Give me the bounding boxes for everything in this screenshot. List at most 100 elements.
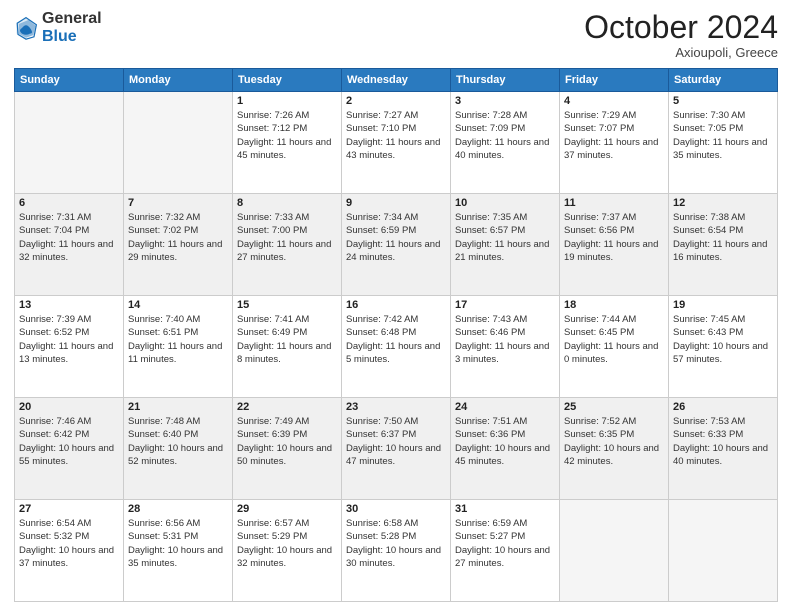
calendar-day-cell: 21Sunrise: 7:48 AM Sunset: 6:40 PM Dayli…: [124, 398, 233, 500]
calendar-day-cell: 10 Sunrise: 7:35 AM Sunset: 6:57 PM Dayli…: [451, 194, 560, 296]
day-info: Sunrise: 7:51 AM Sunset: 6:36 PM Dayligh…: [455, 415, 555, 468]
day-info: Sunrise: 7:34 AM Sunset: 6:59 PM Dayligh…: [346, 211, 446, 264]
day-number: 22: [237, 401, 337, 413]
calendar-day-cell: [124, 92, 233, 194]
page: General Blue October 2024 Axioupoli, Gre…: [0, 0, 792, 612]
day-info: Sunrise: 6:58 AM Sunset: 5:28 PM Dayligh…: [346, 517, 446, 570]
title-area: October 2024 Axioupoli, Greece: [584, 10, 778, 60]
logo-general-text: General: [42, 10, 102, 28]
calendar-day-cell: [669, 500, 778, 602]
day-info: Sunrise: 7:52 AM Sunset: 6:35 PM Dayligh…: [564, 415, 664, 468]
day-number: 16: [346, 299, 446, 311]
day-number: 24: [455, 401, 555, 413]
day-info: Sunrise: 7:43 AM Sunset: 6:46 PM Dayligh…: [455, 313, 555, 366]
calendar-day-cell: 30 Sunrise: 6:58 AM Sunset: 5:28 PM Dayli…: [342, 500, 451, 602]
day-info: Sunrise: 7:29 AM Sunset: 7:07 PM Dayligh…: [564, 109, 664, 162]
day-number: 19: [673, 299, 773, 311]
calendar-week-row: 13Sunrise: 7:39 AM Sunset: 6:52 PM Dayli…: [15, 296, 778, 398]
calendar-day-cell: 25Sunrise: 7:52 AM Sunset: 6:35 PM Dayli…: [560, 398, 669, 500]
day-number: 2: [346, 95, 446, 107]
day-info: Sunrise: 7:53 AM Sunset: 6:33 PM Dayligh…: [673, 415, 773, 468]
month-title: October 2024: [584, 10, 778, 45]
calendar-day-cell: 6 Sunrise: 7:31 AM Sunset: 7:04 PM Daylig…: [15, 194, 124, 296]
day-number: 27: [19, 503, 119, 515]
calendar-day-cell: 4 Sunrise: 7:29 AM Sunset: 7:07 PM Daylig…: [560, 92, 669, 194]
calendar-day-cell: 12 Sunrise: 7:38 AM Sunset: 6:54 PM Dayli…: [669, 194, 778, 296]
calendar-day-cell: 31 Sunrise: 6:59 AM Sunset: 5:27 PM Dayli…: [451, 500, 560, 602]
calendar-header-row: SundayMondayTuesdayWednesdayThursdayFrid…: [15, 69, 778, 92]
day-number: 10: [455, 197, 555, 209]
day-number: 23: [346, 401, 446, 413]
calendar-week-row: 6 Sunrise: 7:31 AM Sunset: 7:04 PM Daylig…: [15, 194, 778, 296]
day-info: Sunrise: 6:57 AM Sunset: 5:29 PM Dayligh…: [237, 517, 337, 570]
calendar-day-cell: 28Sunrise: 6:56 AM Sunset: 5:31 PM Dayli…: [124, 500, 233, 602]
calendar-week-row: 20 Sunrise: 7:46 AM Sunset: 6:42 PM Dayli…: [15, 398, 778, 500]
day-number: 29: [237, 503, 337, 515]
logo: General Blue: [14, 10, 102, 45]
day-number: 8: [237, 197, 337, 209]
day-info: Sunrise: 7:50 AM Sunset: 6:37 PM Dayligh…: [346, 415, 446, 468]
calendar-day-header: Friday: [560, 69, 669, 92]
calendar-day-header: Saturday: [669, 69, 778, 92]
location-subtitle: Axioupoli, Greece: [584, 45, 778, 60]
calendar-day-header: Tuesday: [233, 69, 342, 92]
calendar-day-cell: 2 Sunrise: 7:27 AM Sunset: 7:10 PM Daylig…: [342, 92, 451, 194]
day-info: Sunrise: 7:33 AM Sunset: 7:00 PM Dayligh…: [237, 211, 337, 264]
day-info: Sunrise: 7:40 AM Sunset: 6:51 PM Dayligh…: [128, 313, 228, 366]
calendar-day-cell: 9 Sunrise: 7:34 AM Sunset: 6:59 PM Daylig…: [342, 194, 451, 296]
day-number: 12: [673, 197, 773, 209]
calendar-day-cell: [560, 500, 669, 602]
calendar-day-cell: 13Sunrise: 7:39 AM Sunset: 6:52 PM Dayli…: [15, 296, 124, 398]
day-info: Sunrise: 7:46 AM Sunset: 6:42 PM Dayligh…: [19, 415, 119, 468]
calendar-day-header: Wednesday: [342, 69, 451, 92]
calendar-day-header: Thursday: [451, 69, 560, 92]
calendar-day-cell: 8 Sunrise: 7:33 AM Sunset: 7:00 PM Daylig…: [233, 194, 342, 296]
calendar-day-cell: 17 Sunrise: 7:43 AM Sunset: 6:46 PM Dayli…: [451, 296, 560, 398]
day-info: Sunrise: 7:35 AM Sunset: 6:57 PM Dayligh…: [455, 211, 555, 264]
logo-text: General Blue: [42, 10, 102, 45]
calendar-day-cell: 14Sunrise: 7:40 AM Sunset: 6:51 PM Dayli…: [124, 296, 233, 398]
day-info: Sunrise: 7:31 AM Sunset: 7:04 PM Dayligh…: [19, 211, 119, 264]
day-number: 20: [19, 401, 119, 413]
day-number: 26: [673, 401, 773, 413]
header: General Blue October 2024 Axioupoli, Gre…: [14, 10, 778, 60]
calendar-day-cell: 18Sunrise: 7:44 AM Sunset: 6:45 PM Dayli…: [560, 296, 669, 398]
calendar-day-cell: [15, 92, 124, 194]
day-info: Sunrise: 7:41 AM Sunset: 6:49 PM Dayligh…: [237, 313, 337, 366]
day-info: Sunrise: 7:45 AM Sunset: 6:43 PM Dayligh…: [673, 313, 773, 366]
day-number: 17: [455, 299, 555, 311]
day-number: 11: [564, 197, 664, 209]
calendar-day-cell: 27Sunrise: 6:54 AM Sunset: 5:32 PM Dayli…: [15, 500, 124, 602]
day-number: 15: [237, 299, 337, 311]
day-info: Sunrise: 7:38 AM Sunset: 6:54 PM Dayligh…: [673, 211, 773, 264]
calendar-day-header: Monday: [124, 69, 233, 92]
calendar-day-cell: 3 Sunrise: 7:28 AM Sunset: 7:09 PM Daylig…: [451, 92, 560, 194]
day-number: 5: [673, 95, 773, 107]
day-number: 31: [455, 503, 555, 515]
calendar-day-cell: 11Sunrise: 7:37 AM Sunset: 6:56 PM Dayli…: [560, 194, 669, 296]
day-number: 9: [346, 197, 446, 209]
day-info: Sunrise: 6:56 AM Sunset: 5:31 PM Dayligh…: [128, 517, 228, 570]
day-info: Sunrise: 7:28 AM Sunset: 7:09 PM Dayligh…: [455, 109, 555, 162]
day-number: 1: [237, 95, 337, 107]
day-number: 4: [564, 95, 664, 107]
logo-icon: [14, 16, 38, 40]
calendar-day-cell: 15 Sunrise: 7:41 AM Sunset: 6:49 PM Dayli…: [233, 296, 342, 398]
day-info: Sunrise: 6:59 AM Sunset: 5:27 PM Dayligh…: [455, 517, 555, 570]
day-info: Sunrise: 7:26 AM Sunset: 7:12 PM Dayligh…: [237, 109, 337, 162]
calendar-table: SundayMondayTuesdayWednesdayThursdayFrid…: [14, 68, 778, 602]
day-info: Sunrise: 7:27 AM Sunset: 7:10 PM Dayligh…: [346, 109, 446, 162]
day-info: Sunrise: 7:32 AM Sunset: 7:02 PM Dayligh…: [128, 211, 228, 264]
day-info: Sunrise: 7:44 AM Sunset: 6:45 PM Dayligh…: [564, 313, 664, 366]
calendar-day-cell: 22Sunrise: 7:49 AM Sunset: 6:39 PM Dayli…: [233, 398, 342, 500]
calendar-day-cell: 23 Sunrise: 7:50 AM Sunset: 6:37 PM Dayli…: [342, 398, 451, 500]
calendar-day-cell: 1 Sunrise: 7:26 AM Sunset: 7:12 PM Daylig…: [233, 92, 342, 194]
day-number: 3: [455, 95, 555, 107]
day-number: 30: [346, 503, 446, 515]
calendar-week-row: 1 Sunrise: 7:26 AM Sunset: 7:12 PM Daylig…: [15, 92, 778, 194]
day-info: Sunrise: 7:42 AM Sunset: 6:48 PM Dayligh…: [346, 313, 446, 366]
day-number: 6: [19, 197, 119, 209]
calendar-day-cell: 26 Sunrise: 7:53 AM Sunset: 6:33 PM Dayli…: [669, 398, 778, 500]
logo-blue-text: Blue: [42, 28, 102, 46]
day-number: 13: [19, 299, 119, 311]
